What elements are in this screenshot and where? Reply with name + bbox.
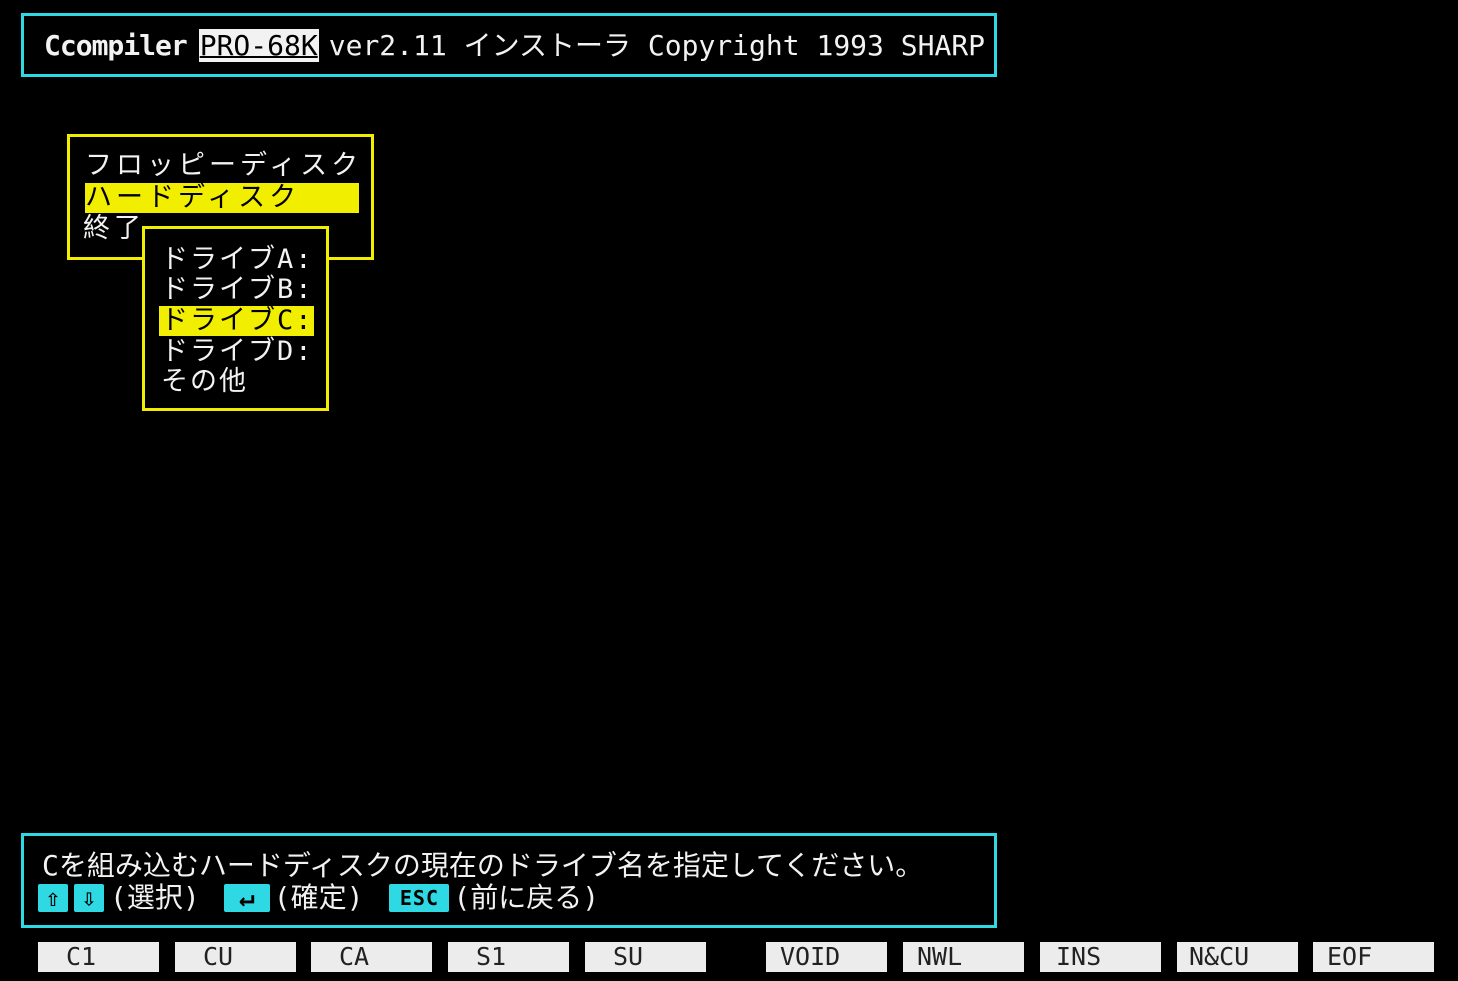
menu-item-other[interactable]: その他: [161, 367, 248, 397]
enter-key-icon: ↵: [223, 883, 270, 913]
fkey-su[interactable]: SU: [585, 942, 706, 972]
menu-item-harddisk[interactable]: ハードディスク: [85, 183, 359, 213]
fkey-cu[interactable]: CU: [175, 942, 296, 972]
fkey-s1[interactable]: S1: [448, 942, 569, 972]
esc-key-icon: ESC: [389, 884, 450, 912]
confirm-label: (確定): [273, 881, 364, 914]
select-label: (選択): [110, 881, 200, 914]
menu-item-exit[interactable]: 終了: [83, 214, 145, 244]
menu-item-drive-a[interactable]: ドライブA:: [161, 245, 314, 275]
down-arrow-icon: ⇩: [74, 884, 104, 912]
version-copyright: ver2.11 インストーラ Copyright 1993 SHARP: [328, 29, 986, 62]
fkey-void[interactable]: VOID: [766, 942, 887, 972]
fkey-eof[interactable]: EOF: [1313, 942, 1434, 972]
title-bar: Ccompiler PRO-68K ver2.11 インストーラ Copyright…: [21, 13, 997, 77]
key-legend: ⇧ ⇩ (選択) ↵ (確定) ESC (前に戻る): [38, 882, 599, 914]
fkey-ca[interactable]: CA: [311, 942, 432, 972]
fkey-ins[interactable]: INS: [1040, 942, 1161, 972]
drive-select-menu: ドライブA: ドライブB: ドライブC: ドライブD: その他: [142, 226, 329, 411]
menu-item-drive-b[interactable]: ドライブB:: [161, 275, 314, 305]
up-arrow-icon: ⇧: [38, 884, 68, 912]
back-label: (前に戻る): [453, 881, 600, 914]
product-name: PRO-68K: [198, 29, 319, 62]
help-message: Cを組み込むハードディスクの現在のドライブ名を指定してください。: [42, 849, 924, 882]
menu-item-drive-d[interactable]: ドライブD:: [161, 337, 314, 367]
fkey-n-cu[interactable]: N&CU: [1177, 942, 1298, 972]
menu-item-floppy[interactable]: フロッピーディスク: [85, 151, 362, 181]
menu-item-drive-c[interactable]: ドライブC:: [159, 306, 314, 336]
fkey-nwl[interactable]: NWL: [903, 942, 1024, 972]
fkey-c1[interactable]: C1: [38, 942, 159, 972]
title-text: Ccompiler PRO-68K ver2.11 インストーラ Copyright…: [44, 29, 986, 62]
help-panel: Cを組み込むハードディスクの現在のドライブ名を指定してください。 ⇧ ⇩ (選択…: [21, 833, 997, 928]
brand-name: Ccompiler: [44, 29, 188, 62]
